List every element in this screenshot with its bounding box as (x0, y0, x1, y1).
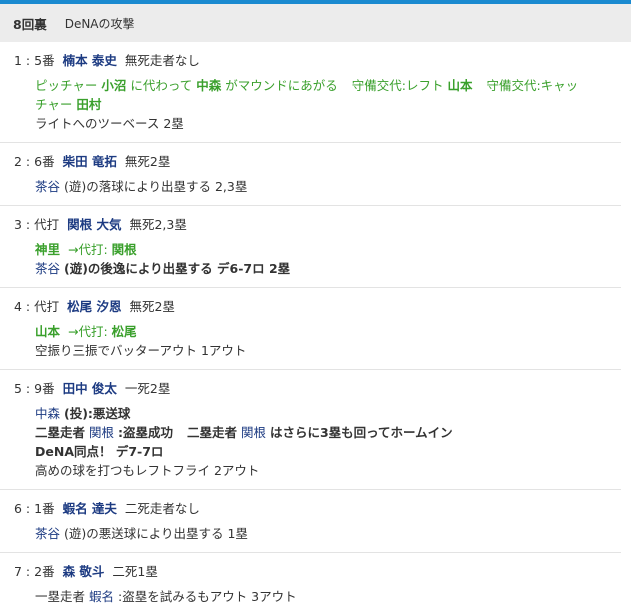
batter-link[interactable]: 楠本 泰史 (63, 53, 117, 68)
substitution-note: 神里 →代打: 関根 (14, 240, 621, 259)
inning-label: 8回裏 (13, 16, 47, 32)
player-name: 山本 (447, 78, 473, 93)
play-header: 5 : 9番 田中 俊太 一死2塁 (14, 380, 621, 397)
event-text: :盗塁成功 (118, 425, 173, 440)
sub-text: がマウンドにあがる (225, 78, 338, 93)
player-name: 小沼 (101, 78, 127, 93)
player-name: 関根 (111, 242, 137, 257)
score-note: DeNA同点！ デ7-7ロ (35, 444, 164, 459)
substitution-note: 山本 →代打: 松尾 (14, 322, 621, 341)
play-item: 7 : 2番 森 敬斗 二死1塁 一塁走者 蝦名 :盗塁を試みるもアウト 3アウ… (0, 553, 621, 615)
player-name: 田村 (76, 97, 102, 112)
play-header: 6 : 1番 蝦名 達夫 二死走者なし (14, 500, 621, 517)
event-text: (投):悪送球 (64, 406, 131, 421)
play-item: 6 : 1番 蝦名 達夫 二死走者なし 茶谷 (遊)の悪送球により出塁する 1塁 (0, 490, 621, 553)
play-header: 4 : 代打 松尾 汐恩 無死2塁 (14, 298, 621, 315)
play-header: 2 : 6番 柴田 竜拓 無死2塁 (14, 153, 621, 170)
batter-link[interactable]: 柴田 竜拓 (63, 154, 117, 169)
runner-state: 二死走者なし (124, 501, 200, 516)
play-header: 3 : 代打 関根 大気 無死2,3塁 (14, 216, 621, 233)
sub-text: チャー (35, 97, 73, 112)
play-result: 茶谷 (遊)の落球により出塁する 2,3塁 (14, 177, 621, 196)
play-result: ライトへのツーベース 2塁 (35, 116, 184, 131)
result-text: (遊)の悪送球により出塁する 1塁 (64, 526, 248, 541)
play-header: 7 : 2番 森 敬斗 二死1塁 (14, 563, 621, 580)
runner-label: 二塁走者 (35, 425, 86, 440)
batter-link[interactable]: 蝦名 達夫 (63, 501, 117, 516)
batter-link[interactable]: 田中 俊太 (63, 381, 117, 396)
play-item: 3 : 代打 関根 大気 無死2,3塁 神里 →代打: 関根 茶谷 (遊)の後逸… (0, 206, 621, 288)
play-result: 茶谷 (遊)の後逸により出塁する デ6-7ロ 2塁 (14, 259, 621, 278)
runner-state: 二死1塁 (112, 564, 158, 579)
sub-text: 守備交代:キャッ (486, 78, 579, 93)
play-event: 二塁走者 関根 :盗塁成功 二塁走者 関根 はさらに3塁も回ってホームイン (14, 423, 621, 442)
batting-order: 代打 (34, 299, 60, 314)
sub-text: ピッチャー (35, 78, 98, 93)
runner-state: 無死2塁 (124, 154, 171, 169)
play-index: 3 : (14, 217, 35, 232)
inning-header: 8回裏 DeNAの攻撃 (0, 4, 631, 42)
play-index: 6 : (14, 501, 35, 516)
play-index: 1 : (14, 53, 35, 68)
play-result: 高めの球を打つもレフトフライ 2アウト (35, 463, 260, 478)
play-index: 4 : (14, 299, 35, 314)
batter-link[interactable]: 森 敬斗 (63, 564, 105, 579)
player-name: 松尾 (111, 324, 137, 339)
result-text: (遊)の落球により出塁する 2,3塁 (64, 179, 248, 194)
batting-order: 1番 (34, 501, 55, 516)
sub-text: →代打: (68, 324, 108, 339)
play-list: 1 : 5番 楠本 泰史 無死走者なし ピッチャー 小沼 に代わって 中森 がマ… (0, 42, 621, 615)
batting-order: 代打 (34, 217, 60, 232)
play-item: 2 : 6番 柴田 竜拓 無死2塁 茶谷 (遊)の落球により出塁する 2,3塁 (0, 143, 621, 206)
runner-state: 無死2,3塁 (129, 217, 187, 232)
runner-link[interactable]: 関根 (241, 425, 266, 440)
fielder-link[interactable]: 中森 (35, 406, 60, 421)
runner-label: 二塁走者 (186, 425, 237, 440)
batting-order: 5番 (34, 53, 55, 68)
play-item: 4 : 代打 松尾 汐恩 無死2塁 山本 →代打: 松尾 空振り三振でバッターア… (0, 288, 621, 370)
result-text: (遊)の後逸により出塁する デ6-7ロ 2塁 (64, 261, 291, 276)
play-item: 1 : 5番 楠本 泰史 無死走者なし ピッチャー 小沼 に代わって 中森 がマ… (0, 42, 621, 143)
substitution-note: ピッチャー 小沼 に代わって 中森 がマウンドにあがる 守備交代:レフト 山本 … (14, 76, 621, 114)
runner-link[interactable]: 関根 (89, 425, 114, 440)
play-header: 1 : 5番 楠本 泰史 無死走者なし (14, 52, 621, 69)
fielder-link[interactable]: 茶谷 (35, 261, 60, 276)
event-text: はさらに3塁も回ってホームイン (269, 425, 453, 440)
play-by-play-page: 8回裏 DeNAの攻撃 1 : 5番 楠本 泰史 無死走者なし ピッチャー 小沼… (0, 0, 637, 604)
batting-order: 6番 (34, 154, 55, 169)
runner-state: 無死2塁 (129, 299, 175, 314)
play-index: 5 : (14, 381, 35, 396)
play-result: 茶谷 (遊)の悪送球により出塁する 1塁 (14, 524, 621, 543)
sub-text: →代打: (68, 242, 108, 257)
play-index: 2 : (14, 154, 35, 169)
play-result: 空振り三振でバッターアウト 1アウト (35, 343, 247, 358)
batting-order: 9番 (34, 381, 55, 396)
attack-team-label: DeNAの攻撃 (64, 16, 135, 31)
sub-text: に代わって (130, 78, 193, 93)
runner-state: 無死走者なし (124, 53, 200, 68)
play-item: 5 : 9番 田中 俊太 一死2塁 中森 (投):悪送球 二塁走者 関根 :盗塁… (0, 370, 621, 490)
sub-text: 守備交代:レフト (351, 78, 444, 93)
fielder-link[interactable]: 茶谷 (35, 179, 60, 194)
player-name: 神里 (35, 242, 61, 257)
batting-order: 2番 (34, 564, 55, 579)
player-name: 山本 (35, 324, 61, 339)
play-index: 7 : (14, 564, 35, 579)
runner-state: 一死2塁 (124, 381, 171, 396)
batter-link[interactable]: 関根 大気 (67, 217, 121, 232)
fielder-link[interactable]: 茶谷 (35, 526, 60, 541)
play-event: 中森 (投):悪送球 (14, 404, 621, 423)
player-name: 中森 (196, 78, 222, 93)
batter-link[interactable]: 松尾 汐恩 (67, 299, 121, 314)
